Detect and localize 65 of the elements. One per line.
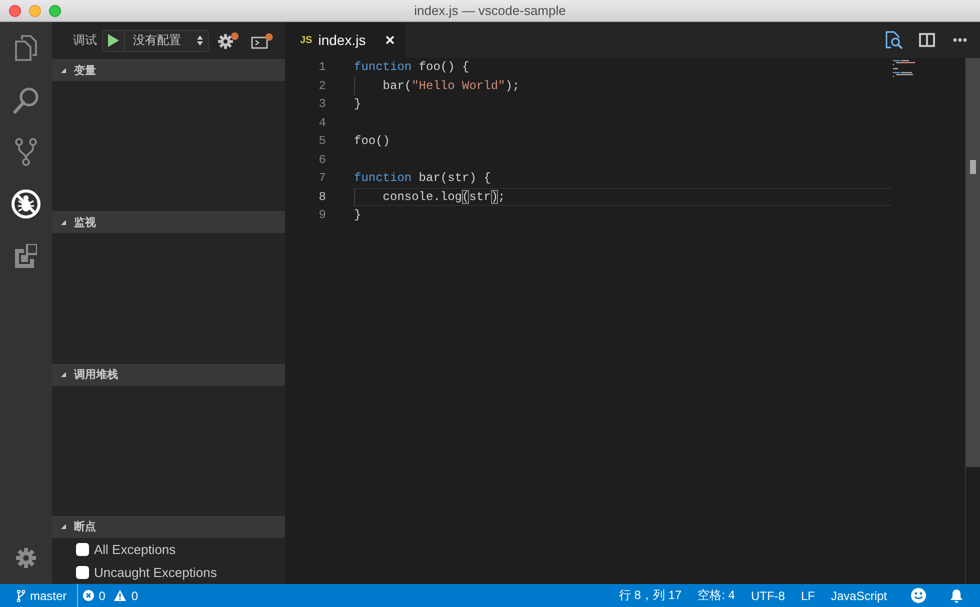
debug-console-button[interactable]	[251, 32, 273, 48]
minimap-drawing	[893, 60, 915, 77]
terminal-icon	[251, 32, 273, 48]
code-line: console.log(str);	[382, 188, 506, 206]
window-title: index.js — vscode-sample	[414, 3, 566, 18]
files-icon	[15, 35, 37, 61]
line-number: 7	[318, 170, 326, 187]
section-header[interactable]: 调用堆栈	[52, 364, 285, 386]
search-icon	[13, 86, 39, 114]
extensions-icon	[15, 244, 37, 268]
section-header[interactable]: 断点	[52, 516, 285, 538]
error-count: 0	[98, 588, 106, 602]
code-line: }	[354, 96, 362, 113]
section-header[interactable]: 变量	[52, 59, 285, 81]
close-icon	[386, 36, 394, 44]
cursor-position-item[interactable]: 行 8，列 17	[618, 584, 682, 607]
line-number: 1	[318, 59, 326, 76]
line-number: 2	[318, 78, 326, 94]
code-line: foo()	[354, 133, 390, 150]
up-down-caret-icon	[197, 35, 203, 46]
branch-icon	[17, 590, 25, 602]
smiley-icon	[911, 588, 926, 603]
checkbox-label: All Exceptions	[94, 542, 176, 557]
warning-icon	[114, 590, 126, 601]
line-number: 6	[318, 152, 326, 168]
file-search-icon	[885, 31, 903, 49]
warning-count: 0	[131, 588, 138, 602]
configure-button[interactable]	[218, 32, 239, 49]
scrollbar-thumb[interactable]	[966, 58, 980, 467]
line-number: 9	[318, 207, 326, 224]
gear-icon	[218, 32, 239, 49]
cursor-position-marker	[970, 160, 976, 174]
play-icon	[108, 34, 119, 47]
indentation-item[interactable]: 空格: 4	[698, 584, 735, 607]
bell-icon	[950, 588, 963, 602]
checkbox[interactable]	[76, 542, 89, 556]
checkbox-label: Uncaught Exceptions	[94, 564, 217, 580]
zoom-window-button[interactable]	[49, 4, 61, 16]
debug-label: 调试	[73, 32, 97, 49]
checkbox[interactable]	[76, 566, 89, 579]
section-header[interactable]: 监视	[52, 211, 285, 234]
line-number: 5	[318, 133, 326, 150]
no-bug-icon	[11, 189, 41, 219]
editor-tab[interactable]: JS index.js	[285, 22, 406, 58]
line-number: 4	[318, 114, 326, 132]
line-ending-item[interactable]: LF	[800, 584, 815, 607]
file-type-label: JS	[300, 34, 312, 46]
close-window-button[interactable]	[9, 4, 21, 16]
problems-status-item[interactable]: 0 0	[78, 584, 138, 607]
language-mode-item[interactable]: JavaScript	[830, 584, 887, 607]
more-icon	[953, 38, 967, 42]
settings-icon	[16, 548, 36, 568]
line-number: 3	[318, 96, 326, 113]
code-line: function foo() {	[354, 59, 470, 76]
line-number: 8	[318, 188, 326, 206]
split-editor-icon	[919, 33, 935, 47]
code-line: bar("Hello World");	[382, 78, 520, 94]
encoding-item[interactable]: UTF-8	[750, 584, 785, 607]
configuration-dropdown[interactable]: 没有配置	[125, 30, 208, 50]
error-icon	[82, 590, 94, 601]
code-editor[interactable]: 1 function foo() { 2 bar("Hello World"); 3 } 4 5 foo() 6 7 function bar(str) { 8 console.log(str); 9 }	[285, 58, 980, 584]
branch-icon	[15, 138, 37, 166]
branch-status-item[interactable]: master	[0, 584, 77, 607]
code-line: }	[354, 207, 362, 224]
code-line: function bar(str) {	[354, 170, 491, 187]
